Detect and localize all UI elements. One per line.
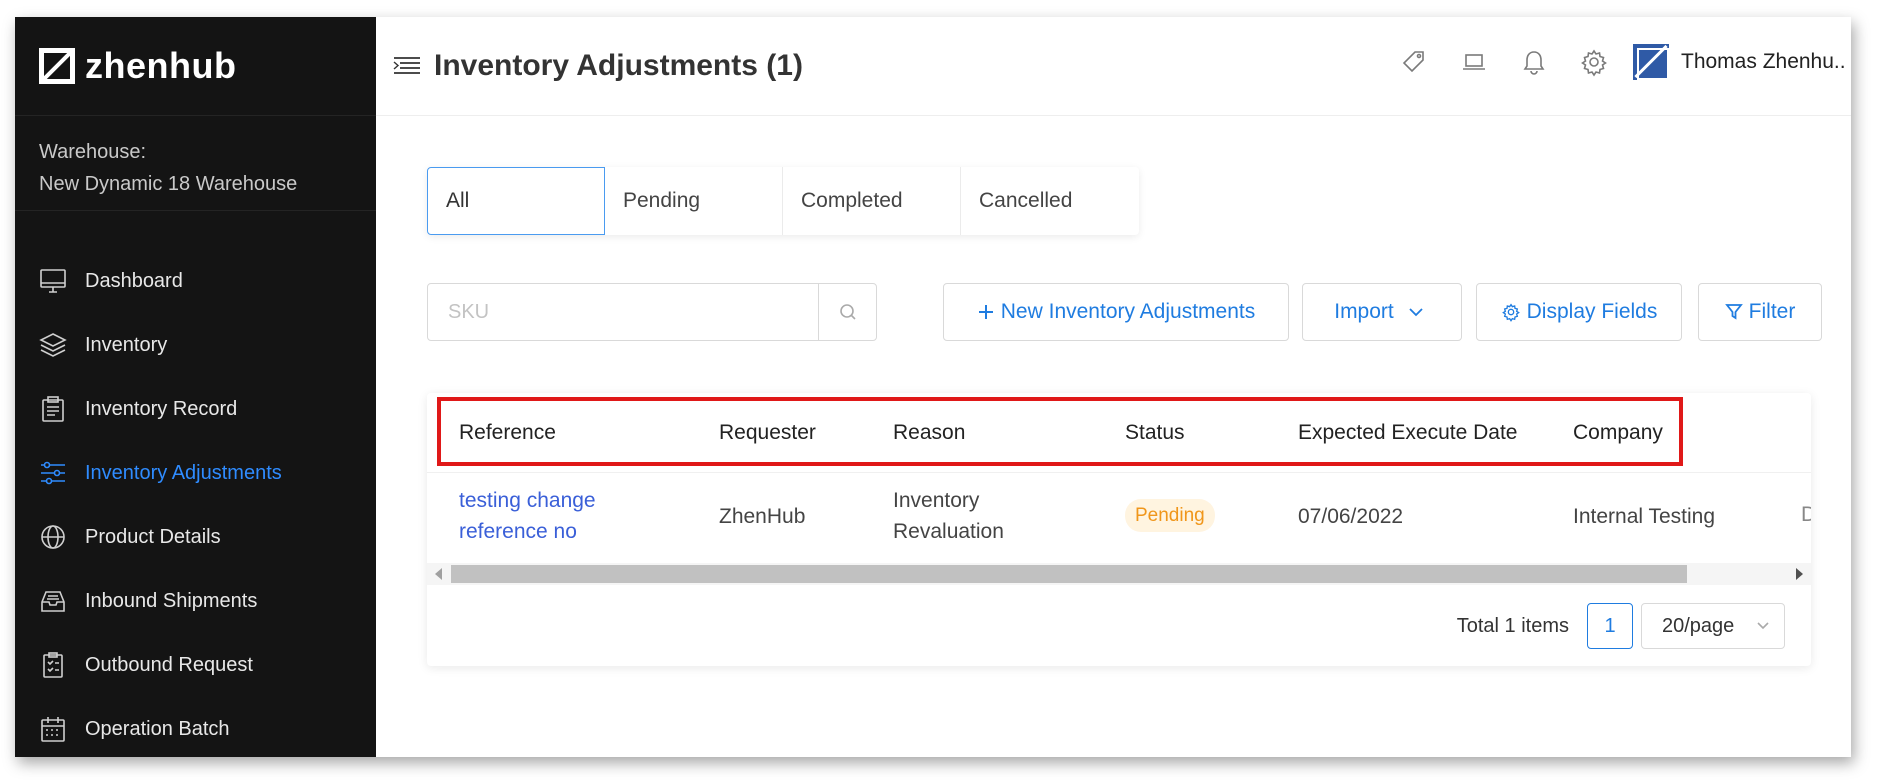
filter-icon <box>1724 304 1743 320</box>
warehouse-selector[interactable]: Warehouse: New Dynamic 18 Warehouse <box>15 116 376 211</box>
page-title: Inventory Adjustments (1) <box>434 49 803 82</box>
scroll-left-icon[interactable] <box>435 568 442 580</box>
brand-logo[interactable]: zhenhub <box>15 17 376 116</box>
chevron-down-icon <box>1409 308 1423 317</box>
table-row[interactable]: testing change reference no ZhenHub Inve… <box>427 473 1811 563</box>
adjustments-table: Reference Requester Reason Status Expect… <box>427 393 1811 666</box>
clipboard-record-icon <box>42 396 64 422</box>
header-highlight-box <box>437 397 1683 466</box>
table-header: Reference Requester Reason Status Expect… <box>427 393 1811 473</box>
gear-icon[interactable] <box>1579 47 1609 77</box>
status-tabs: All Pending Completed Cancelled <box>427 167 1139 235</box>
overflow-cell: D <box>1801 503 1811 526</box>
laptop-icon[interactable] <box>1459 47 1489 77</box>
tab-all[interactable]: All <box>427 167 605 235</box>
sidebar-item-label: Product Details <box>85 525 221 548</box>
scrollbar-thumb[interactable] <box>451 565 1687 583</box>
search-icon <box>839 304 856 320</box>
logo-mark-icon <box>39 48 75 84</box>
sidebar-item-label: Dashboard <box>85 269 183 292</box>
header-actions: Thomas Zhenhu.. <box>1399 44 1851 80</box>
page-size-select[interactable]: 20/page <box>1641 603 1785 649</box>
search-button[interactable] <box>818 284 876 340</box>
status-badge: Pending <box>1125 499 1215 532</box>
reference-line: testing change <box>459 489 596 512</box>
avatar[interactable] <box>1633 44 1669 80</box>
gear-icon <box>1501 303 1520 322</box>
warehouse-label: Warehouse: <box>39 141 147 163</box>
checklist-icon <box>43 652 63 678</box>
reference-link[interactable]: testing change reference no <box>459 485 596 547</box>
sidebar-item-operation-batch[interactable]: Operation Batch <box>15 697 376 757</box>
reason-cell: Inventory Revaluation <box>893 485 1004 547</box>
layers-icon <box>39 333 67 357</box>
sidebar-item-label: Operation Batch <box>85 717 230 740</box>
tag-icon[interactable] <box>1399 47 1429 77</box>
sidebar-item-inventory-record[interactable]: Inventory Record <box>15 377 376 441</box>
scroll-right-icon[interactable] <box>1796 568 1803 580</box>
pagination: Total 1 items 1 20/page <box>1457 603 1785 649</box>
reference-line: reference no <box>459 520 577 543</box>
filter-label: Filter <box>1748 300 1796 323</box>
sliders-icon <box>41 461 65 485</box>
globe-icon <box>41 525 65 549</box>
user-name[interactable]: Thomas Zhenhu.. <box>1681 50 1851 74</box>
sidebar-nav: Dashboard Inventory Inventory Record Inv… <box>15 211 376 757</box>
sidebar-item-dashboard[interactable]: Dashboard <box>15 249 376 313</box>
calendar-icon <box>41 717 65 742</box>
page-1-button[interactable]: 1 <box>1587 603 1633 649</box>
app-window: zhenhub Warehouse: New Dynamic 18 Wareho… <box>15 17 1851 757</box>
sidebar-item-label: Inventory <box>85 333 168 356</box>
sidebar-item-label: Inventory Record <box>85 397 238 420</box>
import-dropdown-button[interactable]: Import <box>1302 283 1462 341</box>
sidebar-item-outbound-request[interactable]: Outbound Request <box>15 633 376 697</box>
brand-name: zhenhub <box>85 45 237 86</box>
menu-toggle-icon[interactable] <box>392 54 422 78</box>
requester-cell: ZhenHub <box>719 505 806 528</box>
reason-line: Revaluation <box>893 520 1004 543</box>
sku-search <box>427 283 877 341</box>
filter-button[interactable]: Filter <box>1698 283 1822 341</box>
sku-search-input[interactable] <box>428 284 818 340</box>
sidebar-item-label: Inventory Adjustments <box>85 461 282 484</box>
top-bar: Inventory Adjustments (1) Thomas Zhenhu.… <box>376 17 1851 116</box>
sidebar-item-label: Outbound Request <box>85 653 253 676</box>
reason-line: Inventory <box>893 489 980 512</box>
sidebar-item-label: Inbound Shipments <box>85 589 258 612</box>
new-inventory-adjustment-button[interactable]: New Inventory Adjustments <box>943 283 1289 341</box>
monitor-icon <box>40 269 66 293</box>
tab-cancelled[interactable]: Cancelled <box>961 167 1139 235</box>
sidebar-item-inventory-adjustments[interactable]: Inventory Adjustments <box>15 441 376 505</box>
warehouse-name: New Dynamic 18 Warehouse <box>39 173 298 195</box>
total-items: Total 1 items <box>1456 614 1569 637</box>
sidebar-item-inbound-shipments[interactable]: Inbound Shipments <box>15 569 376 633</box>
expected-date-cell: 07/06/2022 <box>1298 505 1404 528</box>
inbox-icon <box>41 591 65 612</box>
page-size-value: 20/page <box>1662 614 1735 637</box>
import-button-label: Import <box>1334 300 1394 323</box>
display-fields-button[interactable]: Display Fields <box>1476 283 1682 341</box>
horizontal-scrollbar[interactable] <box>427 563 1811 585</box>
tab-completed[interactable]: Completed <box>783 167 961 235</box>
tab-pending[interactable]: Pending <box>605 167 783 235</box>
display-fields-label: Display Fields <box>1526 300 1658 323</box>
sidebar: zhenhub Warehouse: New Dynamic 18 Wareho… <box>15 17 376 757</box>
chevron-down-icon <box>1757 622 1769 630</box>
plus-icon <box>978 305 993 319</box>
new-button-label: New Inventory Adjustments <box>1000 300 1256 323</box>
company-cell: Internal Testing <box>1573 505 1716 528</box>
bell-icon[interactable] <box>1519 47 1549 77</box>
sidebar-item-product-details[interactable]: Product Details <box>15 505 376 569</box>
sidebar-item-inventory[interactable]: Inventory <box>15 313 376 377</box>
main-content: Inventory Adjustments (1) Thomas Zhenhu.… <box>376 17 1851 757</box>
